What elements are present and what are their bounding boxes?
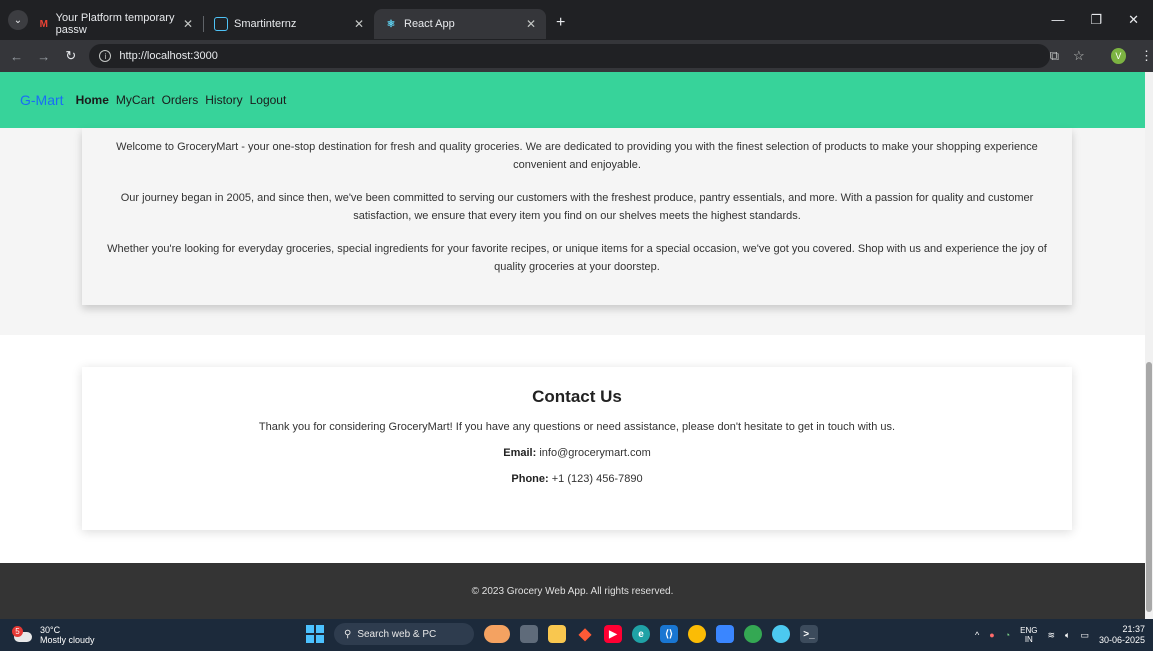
youtube-icon[interactable]: ▶ — [604, 625, 622, 643]
app-navbar: G-Mart Home MyCart Orders History Logout — [0, 72, 1145, 128]
store-icon[interactable] — [716, 625, 734, 643]
tray-app-icon[interactable]: ● — [989, 630, 994, 640]
window-controls: — ❐ ✕ — [1051, 12, 1139, 28]
brand-logo[interactable]: G-Mart — [20, 92, 64, 108]
tab-search-menu-icon[interactable]: ⌄ — [8, 10, 28, 30]
shield-icon — [214, 17, 228, 31]
page-scrollbar[interactable] — [1145, 72, 1153, 619]
close-window-icon[interactable]: ✕ — [1128, 12, 1139, 28]
about-paragraph: Our journey began in 2005, and since the… — [120, 192, 1034, 222]
vscode-icon[interactable]: ⟨⟩ — [660, 625, 678, 643]
system-tray: ^ ● ◔ ENG IN ≋ 🔈︎ ▭ 21:37 30-06-2025 — [975, 619, 1145, 651]
url-text: http://localhost:3000 — [119, 50, 218, 62]
contact-email: Email: info@grocerymart.com — [82, 447, 1072, 459]
system-clock[interactable]: 21:37 30-06-2025 — [1099, 624, 1145, 646]
tab-label: Smartinternz — [234, 18, 297, 30]
new-tab-button[interactable]: + — [556, 14, 565, 32]
browser-toolbar: ← → ↻ i http://localhost:3000 ⧉ ☆ V ⋮ — [0, 40, 1153, 72]
terminal-icon[interactable]: >_ — [800, 625, 818, 643]
footer-copyright: © 2023 Grocery Web App. All rights reser… — [471, 585, 674, 597]
close-tab-icon[interactable]: ✕ — [526, 17, 536, 31]
cast-icon[interactable]: ⧉ — [1050, 48, 1059, 64]
phone-label: Phone: — [511, 473, 549, 485]
windows-start-icon[interactable] — [306, 625, 324, 643]
weather-badge: 5 — [12, 626, 23, 637]
more-menu-icon[interactable]: ⋮ — [1140, 48, 1153, 64]
taskbar-search[interactable]: ⚲ Search web & PC — [334, 623, 474, 645]
clock-time: 21:37 — [1122, 624, 1145, 634]
chrome-icon[interactable] — [688, 625, 706, 643]
gmail-icon: M — [39, 18, 48, 30]
nav-history[interactable]: History — [205, 93, 242, 107]
restore-icon[interactable]: ❐ — [1090, 12, 1102, 28]
back-arrow-icon[interactable]: ← — [6, 49, 27, 64]
minimize-icon[interactable]: — — [1051, 12, 1064, 28]
contact-phone: Phone: +1 (123) 456-7890 — [82, 473, 1072, 485]
address-bar[interactable]: i http://localhost:3000 — [89, 44, 1050, 68]
taskbar-apps: ⚲ Search web & PC ◆ ▶ e ⟨⟩ >_ — [306, 623, 818, 645]
volume-icon[interactable]: 🔈︎ — [1065, 630, 1070, 641]
page-footer: © 2023 Grocery Web App. All rights reser… — [0, 563, 1145, 619]
react-icon: ⚛ — [386, 18, 396, 30]
language-code: ENG — [1020, 626, 1038, 635]
edge-icon[interactable]: e — [632, 625, 650, 643]
wifi-icon[interactable]: ≋ — [1047, 630, 1055, 641]
browser-tab-strip: ⌄ M Your Platform temporary passw ✕ Smar… — [0, 0, 1153, 40]
file-explorer-icon[interactable] — [548, 625, 566, 643]
about-section: Welcome to GroceryMart - your one-stop d… — [0, 128, 1145, 335]
email-value: info@grocerymart.com — [539, 447, 651, 459]
nav-home[interactable]: Home — [76, 93, 109, 107]
search-placeholder: Search web & PC — [357, 628, 437, 640]
search-icon: ⚲ — [344, 628, 352, 640]
profile-avatar[interactable]: V — [1110, 48, 1127, 64]
chevron-up-icon[interactable]: ^ — [975, 630, 979, 640]
tab-label: React App — [404, 18, 455, 30]
reload-icon[interactable]: ↻ — [60, 48, 81, 64]
phone-value: +1 (123) 456-7890 — [551, 473, 643, 485]
contact-intro: Thank you for considering GroceryMart! I… — [258, 421, 896, 433]
nav-orders[interactable]: Orders — [162, 93, 199, 107]
language-indicator[interactable]: ENG IN — [1020, 626, 1037, 644]
nav-logout[interactable]: Logout — [250, 93, 287, 107]
about-card: Welcome to GroceryMart - your one-stop d… — [82, 128, 1072, 305]
region-code: IN — [1024, 635, 1033, 644]
task-view-icon[interactable] — [520, 625, 538, 643]
weather-temp: 30°C — [40, 625, 61, 635]
about-paragraph: Whether you're looking for everyday groc… — [107, 243, 1047, 273]
bookmark-star-icon[interactable]: ☆ — [1073, 48, 1085, 64]
clock-date: 30-06-2025 — [1098, 635, 1145, 645]
scrollbar-thumb[interactable] — [1146, 362, 1152, 612]
chrome-badge-icon[interactable] — [772, 625, 790, 643]
diamond-app-icon[interactable]: ◆ — [576, 625, 594, 643]
windows-taskbar: 5 30°C Mostly cloudy ⚲ Search web & PC ◆… — [0, 619, 1153, 651]
tab-react-app[interactable]: ⚛ React App ✕ — [374, 9, 546, 39]
cloud-icon: 5 — [12, 626, 34, 644]
contact-section: Contact Us Thank you for considering Gro… — [82, 367, 1072, 530]
close-tab-icon[interactable]: ✕ — [183, 17, 193, 31]
contact-title: Contact Us — [532, 387, 622, 406]
battery-icon[interactable]: ▭ — [1080, 630, 1089, 641]
toolbar-actions: ⧉ ☆ — [1050, 48, 1085, 64]
tab-gmail[interactable]: M Your Platform temporary passw ✕ — [28, 9, 203, 39]
site-info-icon[interactable]: i — [99, 50, 112, 62]
page-viewport: G-Mart Home MyCart Orders History Logout… — [0, 72, 1145, 619]
nav-mycart[interactable]: MyCart — [116, 93, 155, 107]
chrome-profile-icon[interactable] — [744, 625, 762, 643]
about-paragraph: Welcome to GroceryMart - your one-stop d… — [116, 141, 1038, 171]
tab-label: Your Platform temporary passw — [55, 12, 175, 36]
forward-arrow-icon[interactable]: → — [33, 49, 54, 64]
widgets-icon[interactable] — [484, 625, 510, 643]
close-tab-icon[interactable]: ✕ — [354, 17, 364, 31]
weather-widget[interactable]: 5 30°C Mostly cloudy — [12, 625, 95, 645]
tray-app-icon[interactable]: ◔ — [1005, 630, 1010, 640]
tab-smartinternz[interactable]: Smartinternz ✕ — [204, 9, 374, 39]
weather-desc: Mostly cloudy — [40, 635, 95, 645]
email-label: Email: — [503, 447, 537, 459]
